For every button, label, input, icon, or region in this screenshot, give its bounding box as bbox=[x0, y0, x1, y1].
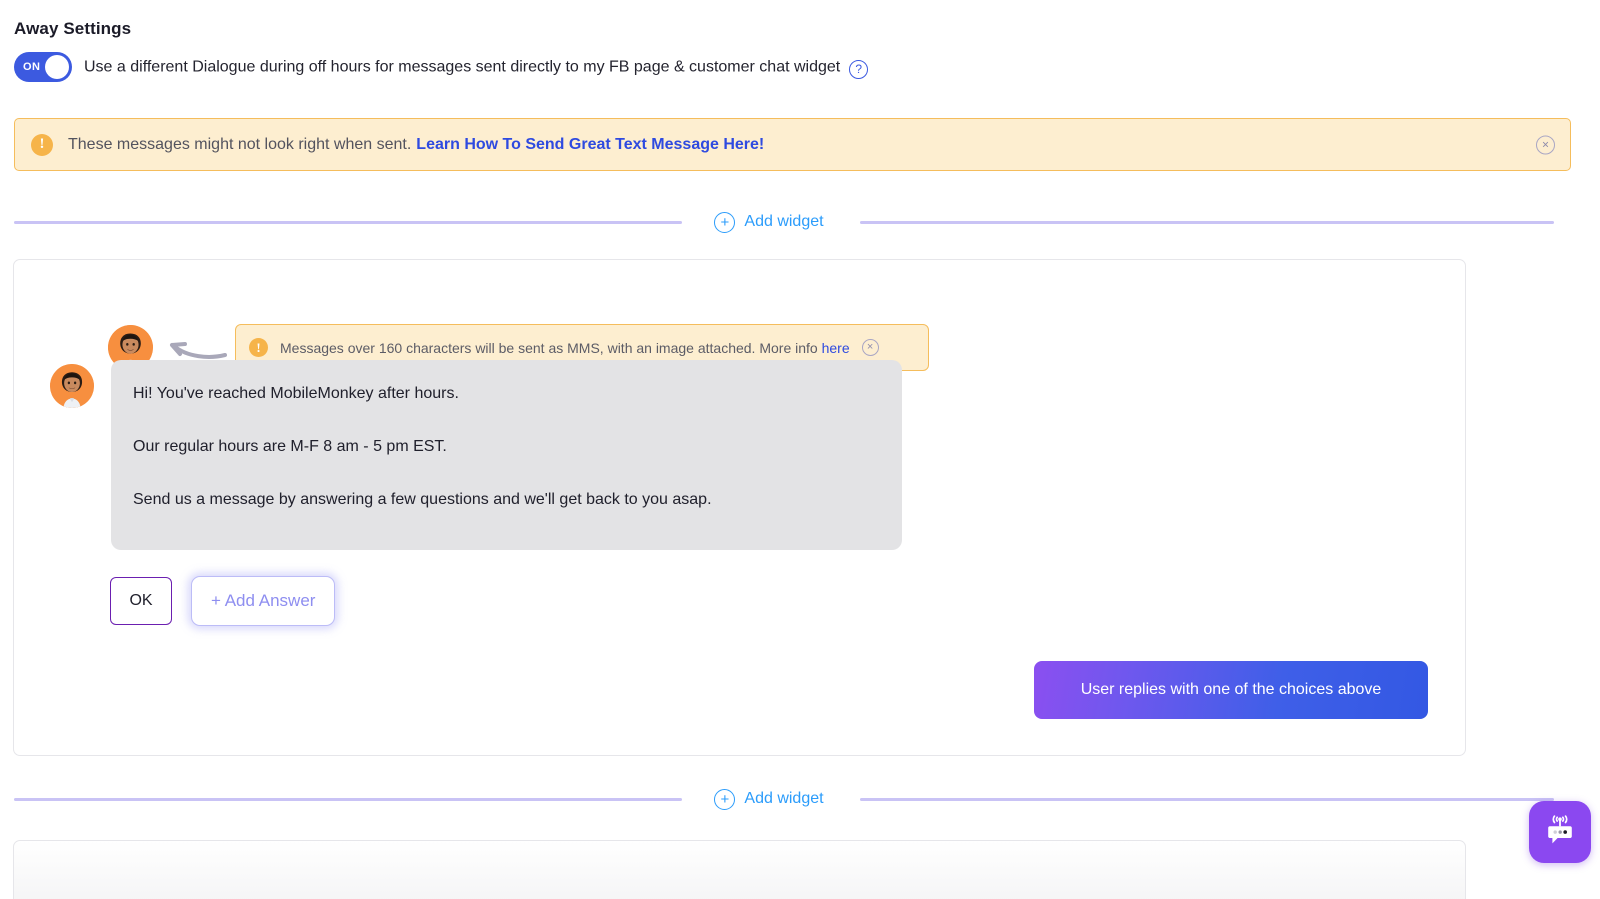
add-widget-button-top[interactable]: + Add widget bbox=[714, 211, 824, 233]
bot-message-bubble[interactable]: Hi! You've reached MobileMonkey after ho… bbox=[111, 360, 902, 550]
away-toggle-row: ON Use a different Dialogue during off h… bbox=[14, 52, 869, 82]
dialogue-widget-card: ! Messages over 160 characters will be s… bbox=[13, 259, 1466, 756]
add-widget-button-bottom[interactable]: + Add widget bbox=[714, 788, 824, 810]
chat-widget-launcher-button[interactable] bbox=[1529, 801, 1591, 863]
add-widget-divider-top: + Add widget bbox=[0, 209, 1568, 235]
add-answer-button[interactable]: + Add Answer bbox=[191, 576, 336, 626]
question-mark-icon[interactable]: ? bbox=[849, 59, 869, 79]
toggle-description: Use a different Dialogue during off hour… bbox=[84, 58, 869, 79]
warning-banner-text: These messages might not look right when… bbox=[68, 135, 412, 153]
user-reply-placeholder[interactable]: User replies with one of the choices abo… bbox=[1034, 661, 1428, 719]
plus-circle-icon: + bbox=[714, 788, 736, 810]
quick-reply-buttons: OK + Add Answer bbox=[110, 576, 336, 626]
ok-button[interactable]: OK bbox=[110, 577, 172, 625]
away-settings-page: Away Settings ON Use a different Dialogu… bbox=[0, 0, 1600, 899]
mms-more-info-link[interactable]: here bbox=[822, 340, 850, 356]
add-widget-label-bottom: Add widget bbox=[744, 790, 824, 807]
curved-arrow-left-icon bbox=[170, 341, 227, 359]
divider-line-left bbox=[14, 220, 683, 224]
message-line-2: Our regular hours are M-F 8 am - 5 pm ES… bbox=[133, 438, 447, 455]
divider-line-right bbox=[859, 220, 1554, 224]
close-circle-icon[interactable]: × bbox=[861, 339, 879, 356]
warning-banner: ! These messages might not look right wh… bbox=[14, 118, 1571, 171]
message-line-1: Hi! You've reached MobileMonkey after ho… bbox=[133, 385, 459, 402]
page-title: Away Settings bbox=[14, 19, 132, 38]
toggle-description-text: Use a different Dialogue during off hour… bbox=[84, 58, 841, 75]
mms-tooltip-text: Messages over 160 characters will be sen… bbox=[280, 339, 850, 356]
close-circle-icon[interactable]: × bbox=[1536, 135, 1555, 154]
chat-broadcast-icon bbox=[1548, 815, 1572, 844]
exclamation-circle-icon: ! bbox=[249, 338, 268, 357]
divider-line-right bbox=[859, 797, 1554, 801]
exclamation-circle-icon: ! bbox=[31, 133, 53, 156]
user-avatar-photo bbox=[50, 364, 94, 408]
plus-circle-icon: + bbox=[714, 211, 736, 233]
toggle-knob bbox=[45, 55, 69, 79]
learn-how-link[interactable]: Learn How To Send Great Text Message Her… bbox=[416, 136, 764, 154]
divider-line-left bbox=[14, 797, 683, 801]
message-line-3: Send us a message by answering a few que… bbox=[133, 491, 712, 508]
add-widget-label-top: Add widget bbox=[744, 213, 824, 230]
next-widget-card bbox=[13, 840, 1466, 899]
toggle-state-label: ON bbox=[23, 61, 41, 73]
away-settings-toggle[interactable]: ON bbox=[14, 52, 72, 82]
bot-message-row: Hi! You've reached MobileMonkey after ho… bbox=[50, 360, 902, 550]
add-widget-divider-bottom: + Add widget bbox=[0, 786, 1568, 812]
